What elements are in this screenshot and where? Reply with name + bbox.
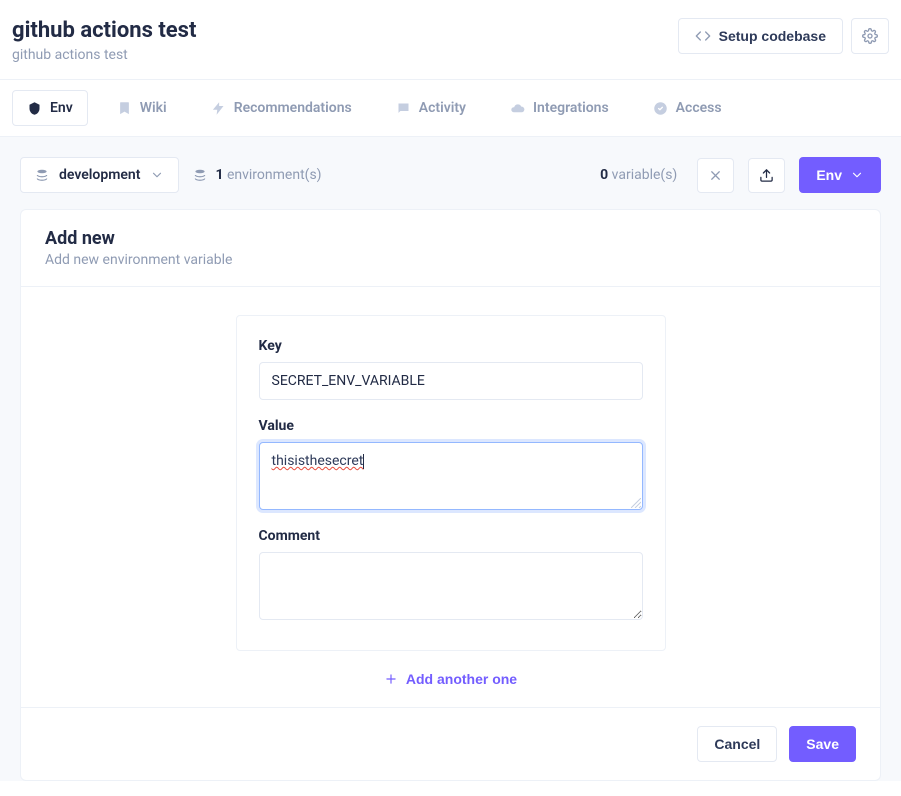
card-header: Add new Add new environment variable — [21, 210, 880, 287]
text-cursor — [363, 454, 364, 469]
card-title: Add new — [45, 228, 856, 249]
layers-icon — [193, 168, 207, 182]
setup-codebase-label: Setup codebase — [719, 28, 826, 44]
shield-icon — [27, 101, 42, 116]
value-field: Value thisisthesecret — [259, 418, 643, 510]
tab-wiki-label: Wiki — [140, 100, 167, 116]
bookmark-icon — [117, 101, 132, 116]
check-circle-icon — [653, 101, 668, 116]
card-body: Key Value thisisthesecret Comment — [21, 287, 880, 707]
var-count-label: variable(s) — [612, 167, 678, 183]
comment-label: Comment — [259, 528, 643, 544]
tab-integrations-label: Integrations — [533, 100, 609, 116]
code-icon — [695, 28, 711, 44]
key-field: Key — [259, 338, 643, 400]
tab-env-label: Env — [50, 100, 73, 116]
tab-integrations[interactable]: Integrations — [495, 90, 624, 126]
resize-handle-icon[interactable] — [631, 498, 641, 508]
header-left: github actions test github actions test — [12, 18, 196, 63]
save-button[interactable]: Save — [789, 726, 856, 762]
bolt-icon — [211, 101, 226, 116]
key-input[interactable] — [259, 362, 643, 400]
env-action-label: Env — [816, 167, 842, 183]
cancel-button[interactable]: Cancel — [697, 726, 777, 762]
header-actions: Setup codebase — [678, 18, 889, 54]
setup-codebase-button[interactable]: Setup codebase — [678, 18, 843, 54]
tabs: Env Wiki Recommendations Activity Integr… — [0, 80, 901, 136]
toolbar: development 1 environment(s) 0 variable(… — [20, 157, 881, 193]
tab-recommendations-label: Recommendations — [234, 100, 352, 116]
var-count-num: 0 — [600, 167, 608, 183]
value-input[interactable]: thisisthesecret — [259, 442, 643, 510]
upload-icon — [759, 168, 774, 183]
comment-field: Comment — [259, 528, 643, 624]
variable-count: 0 variable(s) — [600, 167, 677, 183]
add-another-button[interactable]: Add another one — [384, 671, 517, 687]
gear-icon — [862, 28, 878, 44]
comment-input[interactable] — [259, 552, 643, 620]
plus-icon — [384, 672, 398, 686]
chevron-down-icon — [850, 168, 864, 182]
content: development 1 environment(s) 0 variable(… — [0, 137, 901, 781]
close-icon — [708, 168, 723, 183]
env-action-button[interactable]: Env — [799, 157, 881, 193]
page-header: github actions test github actions test … — [0, 0, 901, 79]
form-block: Key Value thisisthesecret Comment — [236, 315, 666, 651]
tab-access-label: Access — [676, 100, 722, 116]
chevron-down-icon — [150, 168, 164, 182]
value-text: thisisthesecret — [272, 453, 364, 469]
close-button[interactable] — [697, 158, 734, 193]
tab-access[interactable]: Access — [638, 90, 737, 126]
tab-activity[interactable]: Activity — [381, 90, 481, 126]
card-footer: Cancel Save — [21, 707, 880, 780]
chat-icon — [396, 101, 411, 116]
save-label: Save — [806, 736, 839, 752]
key-label: Key — [259, 338, 643, 354]
page-title: github actions test — [12, 18, 196, 43]
environment-selected: development — [59, 167, 140, 183]
environment-count: 1 environment(s) — [193, 167, 321, 183]
layers-icon — [35, 168, 49, 182]
add-another-label: Add another one — [406, 671, 517, 687]
env-count-num: 1 — [215, 167, 223, 183]
environment-dropdown[interactable]: development — [20, 157, 179, 193]
cloud-icon — [510, 101, 525, 116]
add-new-card: Add new Add new environment variable Key… — [20, 209, 881, 781]
tab-env[interactable]: Env — [12, 90, 88, 126]
settings-button[interactable] — [851, 18, 889, 54]
page-subtitle: github actions test — [12, 47, 196, 63]
upload-button[interactable] — [748, 158, 785, 193]
tab-activity-label: Activity — [419, 100, 466, 116]
cancel-label: Cancel — [714, 736, 760, 752]
tab-wiki[interactable]: Wiki — [102, 90, 182, 126]
tab-recommendations[interactable]: Recommendations — [196, 90, 367, 126]
env-count-label: environment(s) — [227, 167, 322, 183]
value-label: Value — [259, 418, 643, 434]
card-subtitle: Add new environment variable — [45, 252, 856, 268]
